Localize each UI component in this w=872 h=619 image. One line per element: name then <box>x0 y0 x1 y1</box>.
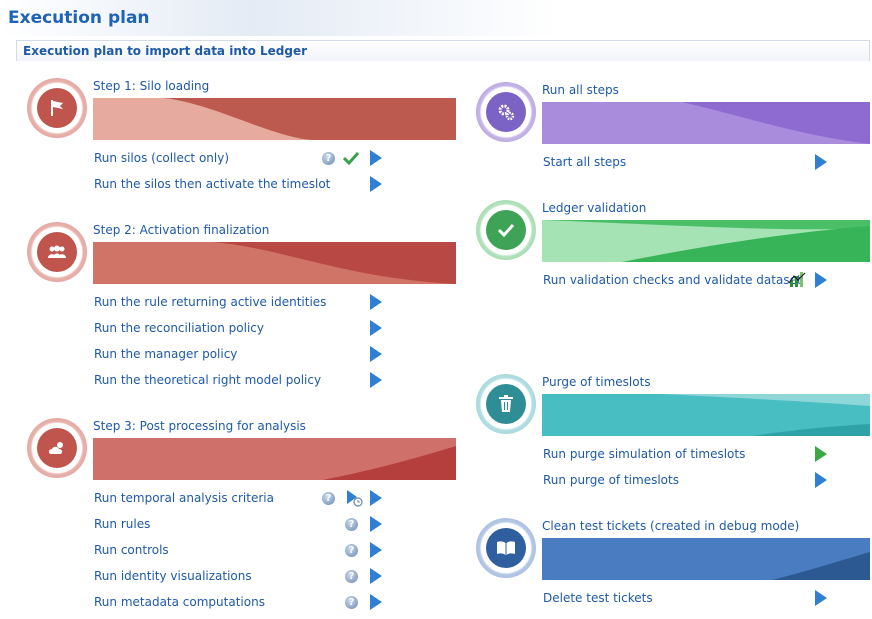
checkmark-icon <box>485 209 527 251</box>
run-purge-of-timeslots-link[interactable]: Run purge of timeslots <box>543 473 679 487</box>
section-header: Execution plan to import data into Ledge… <box>16 40 870 61</box>
delete-test-tickets-link[interactable]: Delete test tickets <box>543 591 653 605</box>
run-temporal-analysis-criteria-play-button[interactable] <box>370 490 382 506</box>
page-title: Execution plan <box>8 8 150 28</box>
ledger-validation-title: Ledger validation <box>542 201 647 215</box>
run-validation-checks-play-button[interactable] <box>815 272 827 288</box>
step2-banner <box>93 242 456 284</box>
purge-banner <box>542 394 870 436</box>
validation-chart-icon[interactable] <box>788 271 806 288</box>
help-icon[interactable]: ? <box>345 596 358 609</box>
run-theoretical-right-model-policy-link[interactable]: Run the theoretical right model policy <box>94 373 321 387</box>
purge-icon-badge <box>476 374 536 434</box>
run-controls-play-button[interactable] <box>370 542 382 558</box>
step2-title: Step 2: Activation finalization <box>93 223 270 237</box>
run-reconciliation-policy-link[interactable]: Run the reconciliation policy <box>94 321 264 335</box>
run-silos-collect-only-link[interactable]: Run silos (collect only) <box>94 151 229 165</box>
run-manager-policy-play-button[interactable] <box>370 346 382 362</box>
success-check-icon <box>343 151 359 165</box>
run-rule-active-identities-play-button[interactable] <box>370 294 382 310</box>
run-rules-play-button[interactable] <box>370 516 382 532</box>
run-silos-activate-timeslot-play-button[interactable] <box>370 176 382 192</box>
run-identity-visualizations-play-button[interactable] <box>370 568 382 584</box>
run-validation-checks-link[interactable]: Run validation checks and validate datas… <box>543 273 802 287</box>
run-all-banner <box>542 102 870 144</box>
run-metadata-computations-play-button[interactable] <box>370 594 382 610</box>
step1-title: Step 1: Silo loading <box>93 79 210 93</box>
help-icon[interactable]: ? <box>345 518 358 531</box>
run-rules-link[interactable]: Run rules <box>94 517 150 531</box>
gears-icon <box>485 91 527 133</box>
clean-tickets-banner <box>542 538 870 580</box>
run-temporal-analysis-criteria-link[interactable]: Run temporal analysis criteria <box>94 491 274 505</box>
help-icon[interactable]: ? <box>322 152 335 165</box>
book-icon <box>485 527 527 569</box>
run-rule-active-identities-link[interactable]: Run the rule returning active identities <box>94 295 326 309</box>
trash-icon <box>485 383 527 425</box>
clean-tickets-title: Clean test tickets (created in debug mod… <box>542 519 800 533</box>
section-title: Execution plan to import data into Ledge… <box>23 44 308 58</box>
run-controls-link[interactable]: Run controls <box>94 543 169 557</box>
step2-icon-badge <box>27 222 87 282</box>
scheduled-run-icon[interactable] <box>345 489 363 507</box>
run-purge-simulation-play-button[interactable] <box>815 446 827 462</box>
ledger-validation-icon-badge <box>476 200 536 260</box>
step3-banner <box>93 438 456 480</box>
run-reconciliation-policy-play-button[interactable] <box>370 320 382 336</box>
run-theoretical-right-model-policy-play-button[interactable] <box>370 372 382 388</box>
help-icon[interactable]: ? <box>345 544 358 557</box>
run-silos-activate-timeslot-link[interactable]: Run the silos then activate the timeslot <box>94 177 330 191</box>
clean-tickets-icon-badge <box>476 518 536 578</box>
run-purge-simulation-link[interactable]: Run purge simulation of timeslots <box>543 447 745 461</box>
ledger-validation-banner <box>542 220 870 262</box>
run-purge-of-timeslots-play-button[interactable] <box>815 472 827 488</box>
step1-icon-badge <box>27 78 87 138</box>
flag-icon <box>36 87 78 129</box>
start-all-steps-play-button[interactable] <box>815 154 827 170</box>
people-group-icon <box>36 231 78 273</box>
weather-cloud-icon <box>36 427 78 469</box>
run-identity-visualizations-link[interactable]: Run identity visualizations <box>94 569 252 583</box>
purge-title: Purge of timeslots <box>542 375 651 389</box>
run-manager-policy-link[interactable]: Run the manager policy <box>94 347 237 361</box>
start-all-steps-link[interactable]: Start all steps <box>543 155 626 169</box>
step3-icon-badge <box>27 418 87 478</box>
delete-test-tickets-play-button[interactable] <box>815 590 827 606</box>
run-metadata-computations-link[interactable]: Run metadata computations <box>94 595 265 609</box>
step1-banner <box>93 98 456 140</box>
run-all-title: Run all steps <box>542 83 619 97</box>
run-all-icon-badge <box>476 82 536 142</box>
help-icon[interactable]: ? <box>322 492 335 505</box>
help-icon[interactable]: ? <box>345 570 358 583</box>
step3-title: Step 3: Post processing for analysis <box>93 419 306 433</box>
run-silos-collect-only-play-button[interactable] <box>370 150 382 166</box>
